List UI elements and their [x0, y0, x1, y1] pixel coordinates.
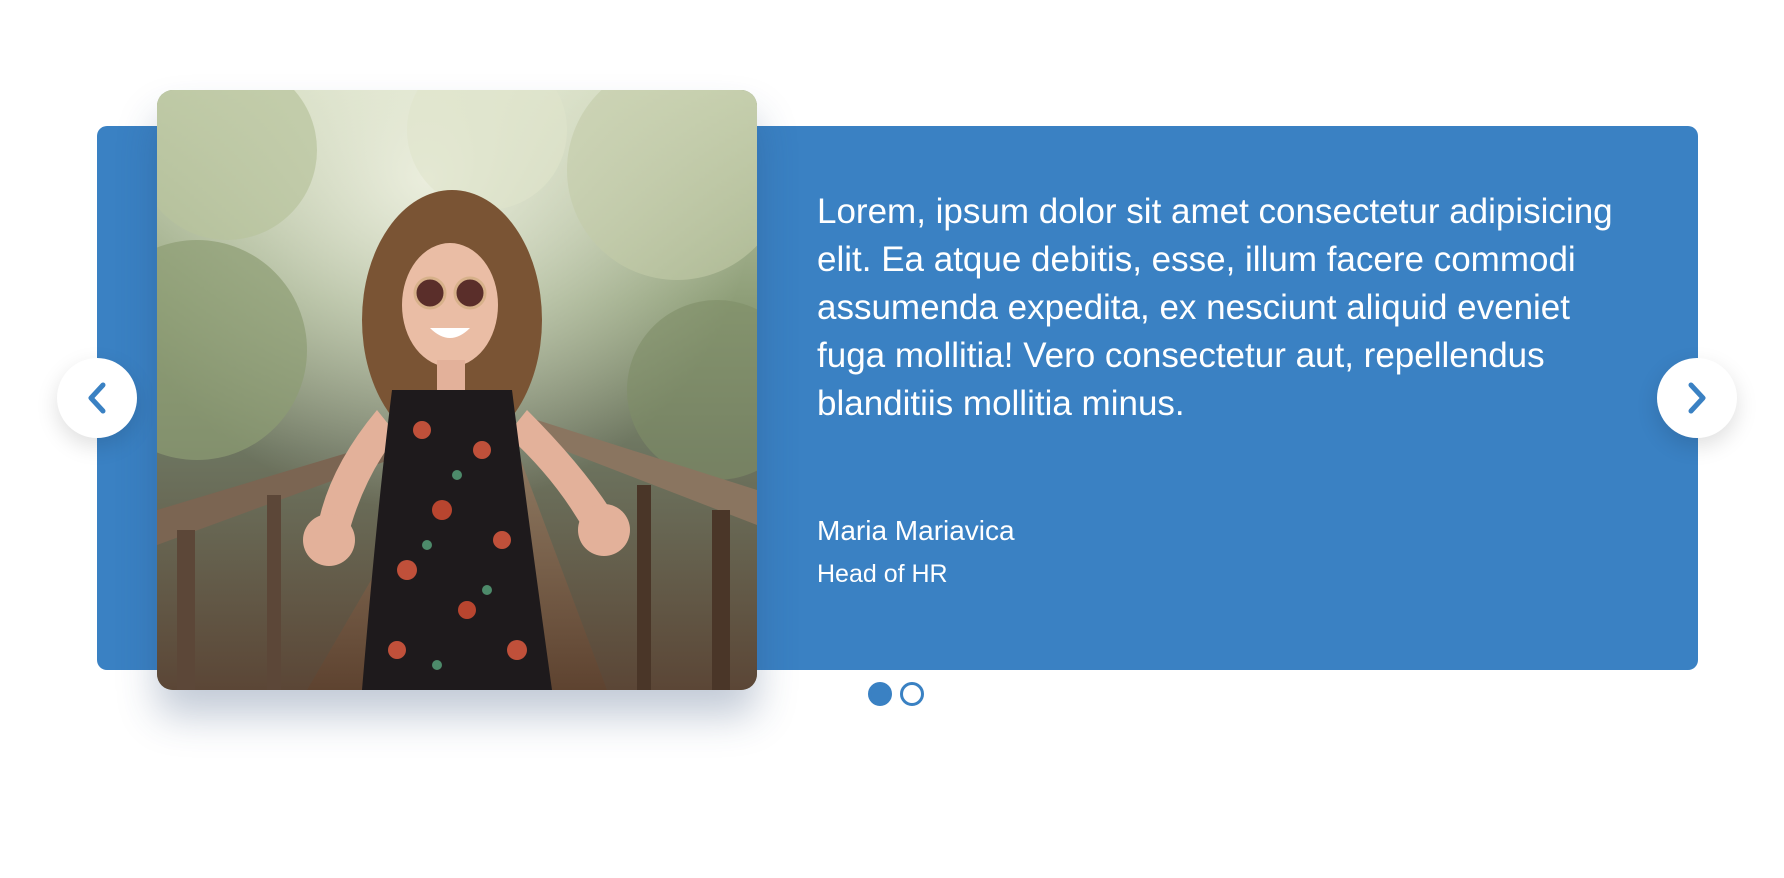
pagination-dot-2[interactable] — [900, 682, 924, 706]
testimonial-slider: Lorem, ipsum dolor sit amet consectetur … — [0, 0, 1784, 878]
previous-slide-button[interactable] — [57, 358, 137, 438]
next-slide-button[interactable] — [1657, 358, 1737, 438]
testimonial-photo — [157, 90, 757, 690]
pagination-dot-1[interactable] — [868, 682, 892, 706]
portrait-image — [157, 90, 757, 690]
author-role: Head of HR — [817, 560, 948, 588]
author-name: Maria Mariavica — [817, 515, 1015, 546]
testimonial-quote: Lorem, ipsum dolor sit amet consectetur … — [817, 192, 1613, 423]
chevron-left-icon — [88, 382, 106, 414]
slide-pagination — [868, 682, 924, 706]
chevron-right-icon — [1688, 382, 1706, 414]
